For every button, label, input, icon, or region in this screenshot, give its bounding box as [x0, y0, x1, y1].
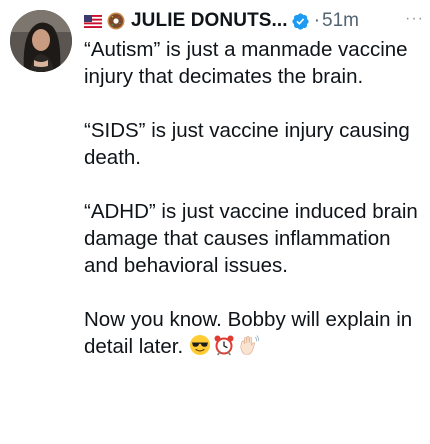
tweet-paragraph: “ADHD” is just vaccine induced brain dam…	[84, 200, 418, 277]
sunglasses-face-emoji	[189, 335, 210, 355]
more-options-icon[interactable]: ···	[405, 10, 424, 28]
timestamp[interactable]: 51m	[322, 10, 359, 32]
verified-badge-icon	[292, 12, 309, 30]
tweet-paragraph-last: Now you know. Bobby will explain in deta…	[84, 306, 424, 363]
alarm-clock-emoji	[214, 335, 234, 356]
avatar-image	[10, 10, 72, 72]
avatar[interactable]	[10, 10, 72, 72]
tweet-paragraph: “SIDS” is just vaccine injury causing de…	[84, 119, 410, 169]
us-flag-icon	[84, 14, 102, 28]
tweet-header: JULIE DONUTS... · 51m ···	[84, 8, 424, 34]
tweet[interactable]: JULIE DONUTS... · 51m ··· “Autism” is ju…	[0, 0, 430, 444]
emoji-row	[189, 334, 261, 363]
separator-dot: ·	[313, 10, 321, 31]
donut-icon	[107, 12, 125, 30]
tweet-paragraph: “Autism” is just a manmade vaccine injur…	[84, 38, 408, 88]
display-name[interactable]: JULIE DONUTS...	[131, 10, 288, 32]
tweet-text: “Autism” is just a manmade vaccine injur…	[84, 36, 424, 363]
waving-hand-emoji	[240, 335, 259, 355]
